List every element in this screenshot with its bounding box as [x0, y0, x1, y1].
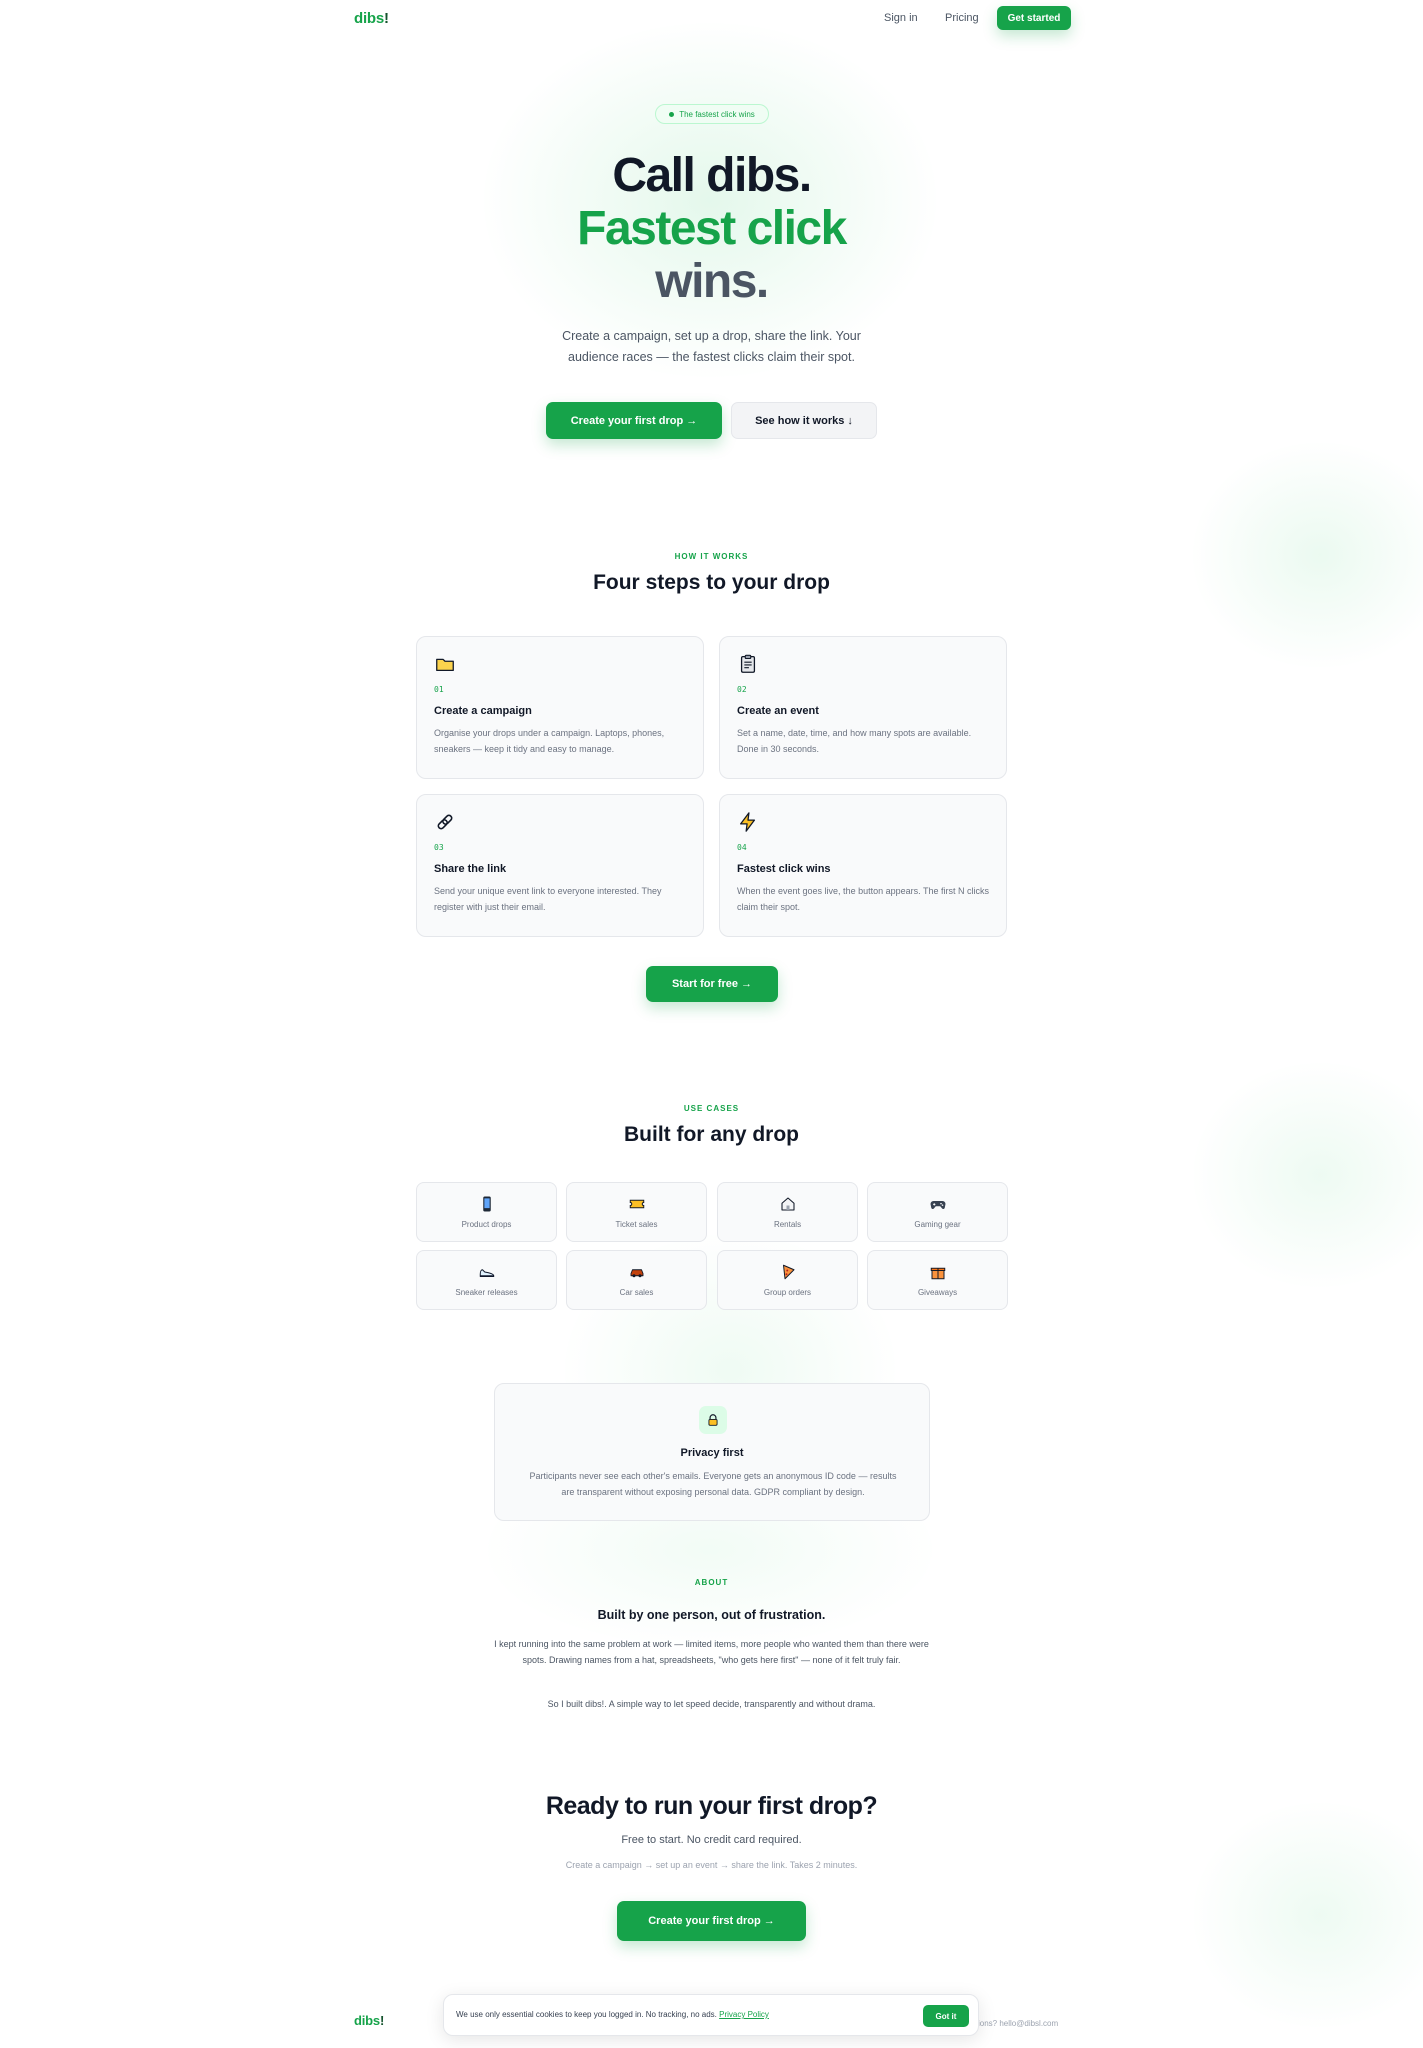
use-case-label: Sneaker releases — [455, 1288, 518, 1297]
privacy-card: Privacy first Participants never see eac… — [494, 1383, 930, 1521]
hero-title-line-1: Call dibs. — [612, 149, 812, 202]
step-card: 03 Share the link Send your unique event… — [416, 794, 704, 937]
step-number: 01 — [434, 685, 444, 694]
step-number: 04 — [737, 843, 747, 852]
hero-title-line-2: Fastest click — [577, 202, 847, 255]
use-case-label: Group orders — [763, 1288, 812, 1297]
use-case-label: Ticket sales — [615, 1220, 658, 1229]
use-case-label: Car sales — [619, 1288, 654, 1297]
step-description: Organise your drops under a campaign. La… — [434, 728, 665, 754]
see-how-it-works-button[interactable]: See how it works ↓ — [731, 402, 877, 439]
step-description: Set a name, date, time, and how many spo… — [737, 728, 972, 754]
step-title: Share the link — [434, 863, 507, 875]
create-first-drop-button[interactable]: Create your first drop → — [546, 402, 722, 439]
use-case-tile: Car sales — [566, 1250, 707, 1310]
cta-steps: Create a campaign → set up an event → sh… — [565, 1860, 858, 1870]
how-title: Four steps to your drop — [593, 571, 830, 594]
sneaker-icon — [479, 1269, 494, 1277]
pricing-link[interactable]: Pricing — [945, 12, 979, 24]
gift-icon — [930, 1267, 945, 1280]
folder-icon — [436, 658, 454, 672]
use-case-tile: Sneaker releases — [416, 1250, 557, 1310]
create-first-drop-button[interactable]: Create your first drop → — [617, 1901, 806, 1941]
use-case-tile: Giveaways — [867, 1250, 1008, 1310]
step-title: Create an event — [737, 705, 819, 717]
step-card: 01 Create a campaign Organise your drops… — [416, 636, 704, 779]
use-case-label: Giveaways — [917, 1288, 958, 1297]
use-case-label: Rentals — [773, 1220, 802, 1229]
link-icon — [437, 814, 453, 830]
gamepad-icon — [930, 1201, 945, 1210]
privacy-policy-link[interactable]: Privacy Policy — [719, 2010, 769, 2019]
step-number: 02 — [737, 685, 747, 694]
cookie-banner: We use only essential cookies to keep yo… — [443, 1994, 979, 2036]
ticket-icon — [629, 1199, 644, 1209]
clipboard-icon — [740, 654, 756, 673]
step-card: 04 Fastest click wins When the event goe… — [719, 794, 1007, 937]
cookie-accept-button[interactable]: Got it — [923, 2005, 969, 2027]
use-cases-title: Built for any drop — [624, 1123, 799, 1146]
about-title: Built by one person, out of frustration. — [597, 1608, 826, 1622]
phone-icon — [482, 1196, 491, 1212]
logo[interactable]: dibs! — [354, 10, 389, 27]
hero-pill: The fastest click wins — [655, 104, 769, 124]
use-case-label: Product drops — [461, 1220, 512, 1229]
step-description: Send your unique event link to everyone … — [434, 886, 662, 912]
cta-title: Ready to run your first drop? — [545, 1792, 878, 1820]
house-icon — [780, 1197, 795, 1211]
step-title: Create a campaign — [434, 705, 532, 717]
privacy-title: Privacy first — [680, 1447, 744, 1459]
cookie-text: We use only essential cookies to keep yo… — [456, 2010, 769, 2019]
footer-contact[interactable]: ions? hello@dibsl.com — [978, 2019, 1058, 2028]
sign-in-link[interactable]: Sign in — [884, 12, 918, 24]
car-icon — [630, 1269, 643, 1278]
step-card: 02 Create an event Set a name, date, tim… — [719, 636, 1007, 779]
pizza-icon — [782, 1264, 794, 1280]
use-case-tile: Gaming gear — [867, 1182, 1008, 1242]
privacy-icon-badge — [699, 1406, 727, 1434]
footer-logo[interactable]: dibs! — [354, 2013, 384, 2028]
get-started-button[interactable]: Get started — [997, 6, 1071, 30]
lock-icon — [708, 1414, 718, 1426]
cookie-message: We use only essential cookies to keep yo… — [456, 2010, 717, 2019]
use-cases-eyebrow: USE CASES — [683, 1104, 740, 1113]
use-case-tile: Rentals — [717, 1182, 858, 1242]
use-case-tile: Product drops — [416, 1182, 557, 1242]
use-case-tile: Group orders — [717, 1250, 858, 1310]
use-case-label: Gaming gear — [914, 1220, 961, 1229]
step-number: 03 — [434, 843, 444, 852]
step-description: When the event goes live, the button app… — [737, 886, 989, 912]
about-eyebrow: ABOUT — [694, 1578, 729, 1587]
about-paragraph: So I built dibs!. A simple way to let sp… — [547, 1699, 876, 1709]
pill-dot-icon — [669, 111, 675, 117]
start-for-free-button[interactable]: Start for free → — [646, 966, 778, 1002]
cta-subtitle: Free to start. No credit card required. — [621, 1834, 802, 1846]
about-paragraph: I kept running into the same problem at … — [494, 1639, 929, 1665]
use-case-tile: Ticket sales — [566, 1182, 707, 1242]
hero-pill-label: The fastest click wins — [679, 109, 755, 119]
side-glow — [1190, 1060, 1423, 1290]
hero-subtitle: Create a campaign, set up a drop, share … — [562, 329, 861, 364]
step-title: Fastest click wins — [737, 863, 831, 875]
how-eyebrow: HOW IT WORKS — [674, 552, 749, 561]
hero-title-line-3: wins. — [655, 255, 769, 308]
privacy-description: Participants never see each other's emai… — [529, 1471, 897, 1497]
lightning-icon — [740, 812, 756, 832]
